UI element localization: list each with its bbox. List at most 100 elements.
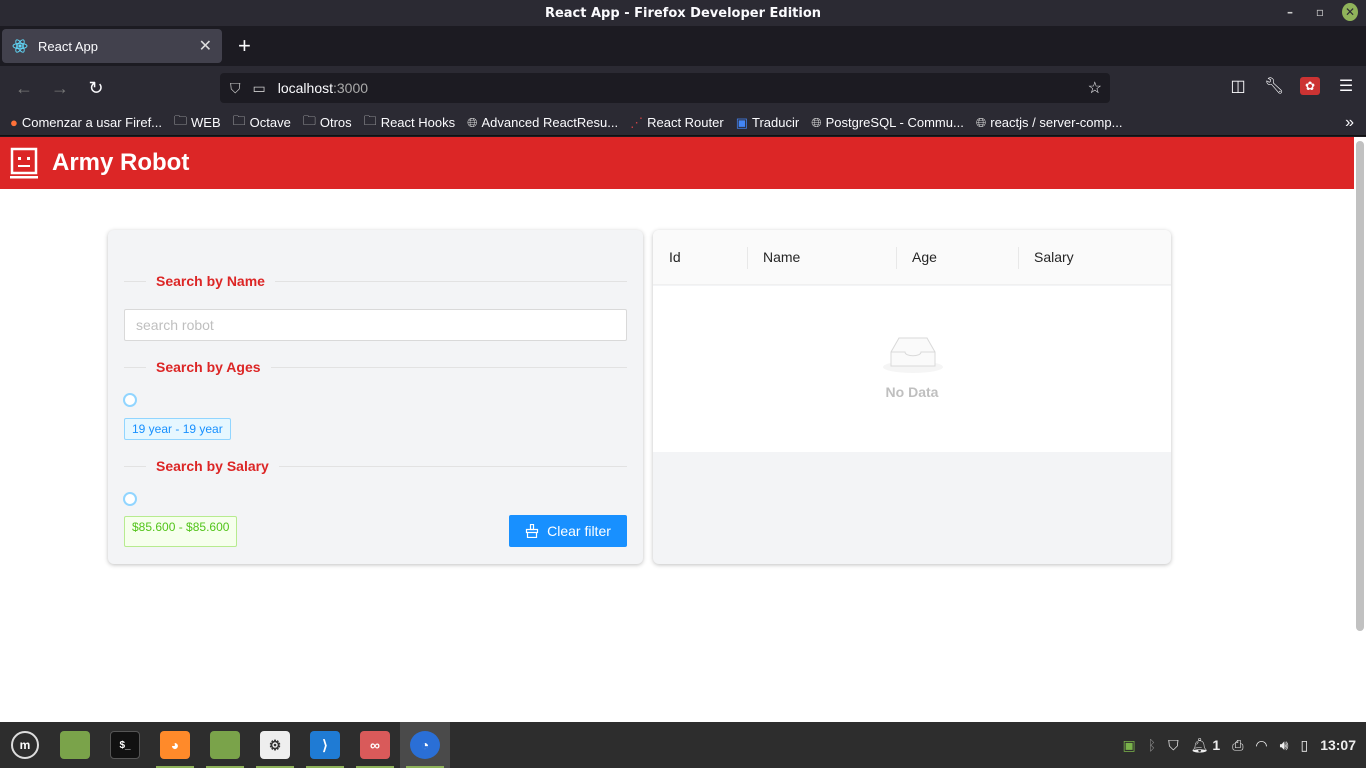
close-tab-icon[interactable]: ✕ xyxy=(199,36,212,56)
printer-icon[interactable]: ⎙ xyxy=(1232,737,1243,754)
url-bar[interactable]: ⛉ ▭ localhost:3000 ☆ xyxy=(220,73,1110,103)
url-port: :3000 xyxy=(333,80,369,96)
table-header: Id Name Age Salary xyxy=(653,230,1171,285)
window-title: React App - Firefox Developer Edition xyxy=(544,5,822,21)
clear-filter-label: Clear filter xyxy=(547,523,611,539)
folder-icon: 🗀 xyxy=(232,112,246,128)
extension-icon[interactable]: ✿ xyxy=(1300,77,1320,95)
page-viewport: Army Robot Search by Name Search by Ages… xyxy=(0,137,1366,722)
taskbar-terminal[interactable]: $_ xyxy=(100,722,150,768)
close-window-icon[interactable]: ✕ xyxy=(1342,3,1358,21)
terminal-icon: $_ xyxy=(110,731,140,759)
taskbar-files[interactable] xyxy=(50,722,100,768)
wifi-icon[interactable]: ◠ xyxy=(1255,737,1267,754)
bookmark-item[interactable]: ▣ Traducir xyxy=(736,115,800,131)
taskbar: m $_ ◕ ⚙ ⟩ ∞ ◔ ▣ ᛒ ⛉ 🔔︎ 1 ⎙ ◠ 🔊︎ ▯ 13:07 xyxy=(0,722,1366,768)
taskbar-glasses-app[interactable]: ∞ xyxy=(350,722,400,768)
reload-icon[interactable]: ↻ xyxy=(78,78,114,99)
age-range-tag: 19 year - 19 year xyxy=(124,418,231,440)
app-header: Army Robot xyxy=(0,137,1354,189)
system-tray: ▣ ᛒ ⛉ 🔔︎ 1 ⎙ ◠ 🔊︎ ▯ 13:07 xyxy=(1123,722,1357,768)
bookmark-folder[interactable]: 🗀 Otros xyxy=(303,112,352,134)
salary-section-heading: Search by Salary xyxy=(156,458,269,474)
clear-filter-button[interactable]: Clear filter xyxy=(509,515,627,547)
bookmark-folder[interactable]: 🗀 React Hooks xyxy=(364,112,455,134)
app-title: Army Robot xyxy=(52,149,190,176)
browser-tab-active[interactable]: React App ✕ xyxy=(2,29,222,63)
bookmark-item[interactable]: ● Comenzar a usar Firef... xyxy=(10,115,162,130)
taskbar-firefox-dev[interactable]: ◔ xyxy=(400,722,450,768)
bookmark-item[interactable]: 🌐︎ PostgreSQL - Commu... xyxy=(811,115,964,131)
forward-arrow-icon[interactable]: → xyxy=(42,78,78,99)
mint-menu-button[interactable]: m xyxy=(0,722,50,768)
tab-title: React App xyxy=(38,38,98,54)
age-slider-handle[interactable] xyxy=(123,393,137,407)
ages-section-heading: Search by Ages xyxy=(156,359,261,375)
tab-strip: React App ✕ + xyxy=(0,26,1366,66)
ages-section-divider: Search by Ages xyxy=(124,357,627,377)
new-tab-icon[interactable]: + xyxy=(238,33,251,59)
empty-inbox-icon xyxy=(883,337,943,373)
window-controls: – ▫ ✕ xyxy=(1282,3,1358,21)
shield-icon[interactable]: ⛉ xyxy=(230,80,241,97)
bookmark-item[interactable]: ⋰ React Router xyxy=(630,115,724,131)
page-info-icon[interactable]: ▭ xyxy=(253,80,266,97)
folder-icon: 🗀 xyxy=(302,112,316,128)
bookmark-item[interactable]: 🌐︎ reactjs / server-comp... xyxy=(976,115,1123,131)
update-manager-icon[interactable]: ▣ xyxy=(1123,737,1136,754)
url-host: localhost xyxy=(277,80,333,96)
bookmark-star-icon[interactable]: ☆ xyxy=(1088,78,1102,98)
robot-icon xyxy=(10,147,38,179)
clear-icon xyxy=(525,524,539,538)
taskbar-firefox[interactable]: ◕ xyxy=(150,722,200,768)
firefox-icon: ● xyxy=(10,115,18,130)
react-router-icon: ⋰ xyxy=(630,114,644,130)
folder-icon xyxy=(210,731,240,759)
react-icon xyxy=(12,39,28,53)
taskbar-vscode[interactable]: ⟩ xyxy=(300,722,350,768)
notification-bell-icon[interactable]: 🔔︎ 1 xyxy=(1191,737,1221,754)
glasses-icon: ∞ xyxy=(360,731,390,759)
navigation-bar: ← → ↻ ⛉ ▭ localhost:3000 ☆ ◫ 🔧︎ ✿ ☰ xyxy=(0,66,1366,110)
clock[interactable]: 13:07 xyxy=(1320,737,1356,753)
globe-icon: 🌐︎ xyxy=(975,114,987,130)
column-header-salary[interactable]: Salary xyxy=(1018,230,1171,285)
taskbar-settings[interactable]: ⚙ xyxy=(250,722,300,768)
no-data-text: No Data xyxy=(885,384,939,400)
table-empty-body: No Data xyxy=(653,286,1171,452)
name-section-divider: Search by Name xyxy=(124,271,627,291)
column-header-age[interactable]: Age xyxy=(896,230,1018,285)
maximize-icon[interactable]: ▫ xyxy=(1312,5,1328,19)
column-header-id[interactable]: Id xyxy=(653,230,747,285)
window-titlebar: React App - Firefox Developer Edition – … xyxy=(0,0,1366,26)
bookmark-item[interactable]: 🌐︎ Advanced ReactResu... xyxy=(467,115,618,131)
globe-icon: 🌐︎ xyxy=(811,114,822,130)
bluetooth-icon[interactable]: ᛒ xyxy=(1148,737,1156,753)
search-robot-input[interactable] xyxy=(124,309,627,341)
bookmarks-toolbar: ● Comenzar a usar Firef... 🗀 WEB 🗀 Octave 🗀… xyxy=(0,110,1366,136)
page-scrollbar[interactable] xyxy=(1356,141,1364,631)
battery-icon[interactable]: ▯ xyxy=(1300,737,1308,754)
name-section-heading: Search by Name xyxy=(156,273,265,289)
pocket-icon[interactable]: ◫ xyxy=(1228,76,1248,96)
taskbar-folder[interactable] xyxy=(200,722,250,768)
shield-status-icon[interactable]: ⛉ xyxy=(1168,737,1179,754)
bookmark-folder[interactable]: 🗀 WEB xyxy=(174,112,221,134)
vscode-icon: ⟩ xyxy=(310,731,340,759)
translate-icon: ▣ xyxy=(735,114,748,130)
volume-icon[interactable]: 🔊︎ xyxy=(1280,737,1289,754)
menu-icon[interactable]: ☰ xyxy=(1336,76,1356,96)
wrench-icon[interactable]: 🔧︎ xyxy=(1264,76,1284,96)
chevron-double-right-icon[interactable]: » xyxy=(1345,114,1354,132)
salary-slider-handle[interactable] xyxy=(123,492,137,506)
column-header-name[interactable]: Name xyxy=(747,230,896,285)
files-icon xyxy=(60,731,90,759)
notification-count: 1 xyxy=(1212,736,1221,753)
robot-table: Id Name Age Salary No Data xyxy=(653,230,1171,564)
back-arrow-icon[interactable]: ← xyxy=(6,78,42,99)
bookmark-folder[interactable]: 🗀 Octave xyxy=(233,112,291,134)
minimize-icon[interactable]: – xyxy=(1282,5,1298,19)
firefox-orange-icon: ◕ xyxy=(160,731,190,759)
filter-panel: Search by Name Search by Ages 19 year - … xyxy=(108,230,643,564)
mint-menu-icon: m xyxy=(11,731,39,759)
